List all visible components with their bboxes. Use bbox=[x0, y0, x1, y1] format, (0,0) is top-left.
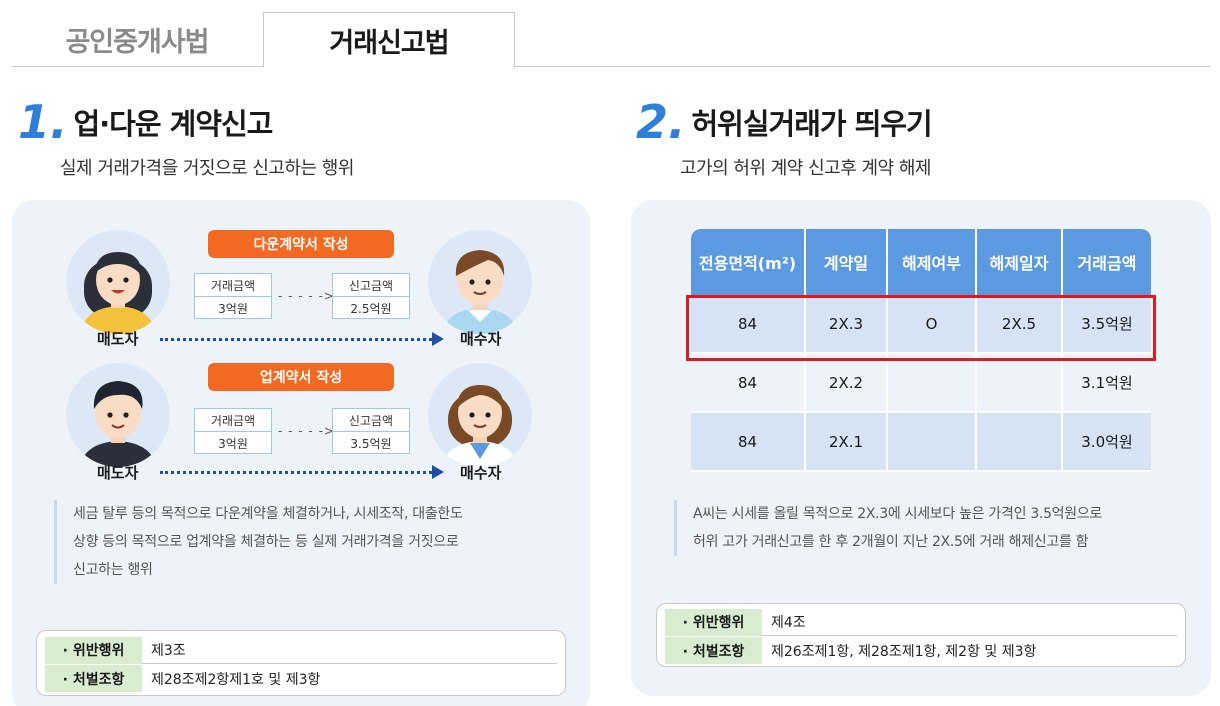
up-seller-label: 매도자 bbox=[97, 464, 139, 482]
section1-description: 세금 탈루 등의 목적으로 다운계약을 체결하거나, 시세조작, 대출한도 상향… bbox=[54, 500, 554, 584]
section1-law-box: · 위반행위 제3조 · 처벌조항 제28조제2항제1호 및 제3항 bbox=[36, 630, 566, 696]
table-cell: 84 bbox=[691, 413, 806, 472]
down-contract-pill: 다운계약서 작성 bbox=[208, 230, 394, 258]
down-report-amount-box: 신고금액 2.5억원 bbox=[332, 273, 410, 319]
down-buyer-label: 매수자 bbox=[460, 330, 502, 348]
section2-description: A씨는 시세를 올릴 목적으로 2X.3에 시세보다 높은 가격인 3.5억원으… bbox=[674, 500, 1184, 556]
up-flow-arrowhead bbox=[432, 465, 444, 479]
down-trade-value: 3억원 bbox=[218, 301, 248, 316]
penalty-key: · 처벌조항 bbox=[45, 665, 142, 692]
violation-value: 제3조 bbox=[151, 643, 186, 659]
table-cell: 2X.2 bbox=[806, 354, 888, 413]
up-report-value: 3.5억원 bbox=[350, 436, 392, 451]
table-row: 84 2X.1 3.0억원 bbox=[691, 413, 1151, 472]
buyer-avatar-male bbox=[428, 230, 532, 334]
section2-description-line: A씨는 시세를 올릴 목적으로 2X.3에 시세보다 높은 가격인 3.5억원으… bbox=[693, 506, 1102, 522]
section2-number: 2. bbox=[636, 95, 686, 149]
section2-violation-row: · 위반행위 제4조 bbox=[665, 608, 1177, 636]
down-report-label: 신고금액 bbox=[333, 274, 409, 297]
table-header: 해제일자 bbox=[977, 229, 1063, 295]
tab-bar: 공인중개사법 거래신고법 bbox=[12, 12, 1210, 68]
penalty-value: 제26조제1항, 제28조제1항, 제2항 및 제3항 bbox=[771, 643, 1037, 660]
table-header: 계약일 bbox=[806, 229, 888, 295]
down-seller-label: 매도자 bbox=[97, 330, 139, 348]
penalty-value: 제28조제2항제1호 및 제3항 bbox=[151, 671, 321, 688]
section1-title: 업·다운 계약신고 bbox=[73, 107, 273, 141]
seller-avatar-female bbox=[66, 230, 170, 334]
up-trade-label: 거래금액 bbox=[195, 409, 271, 432]
seller-avatar-male bbox=[66, 363, 170, 467]
violation-value: 제4조 bbox=[771, 615, 806, 631]
section1-description-line: 세금 탈루 등의 목적으로 다운계약을 체결하거나, 시세조작, 대출한도 bbox=[73, 506, 463, 522]
table-row: 84 2X.2 3.1억원 bbox=[691, 354, 1151, 413]
section1-violation-row: · 위반행위 제3조 bbox=[45, 636, 557, 664]
penalty-key: · 처벌조항 bbox=[665, 637, 762, 664]
section2-title: 허위실거래가 띄우기 bbox=[691, 107, 932, 141]
violation-key: · 위반행위 bbox=[45, 636, 142, 664]
up-dash-arrow: - - - - -> bbox=[278, 424, 335, 438]
up-buyer-label: 매수자 bbox=[460, 464, 502, 482]
down-dash-arrow: - - - - -> bbox=[278, 289, 335, 303]
table-cell: 3.1억원 bbox=[1063, 354, 1151, 413]
up-trade-value: 3억원 bbox=[218, 436, 248, 451]
table-cell bbox=[888, 354, 977, 413]
down-trade-label: 거래금액 bbox=[195, 274, 271, 297]
up-flow-line bbox=[160, 471, 432, 474]
table-cell bbox=[977, 354, 1063, 413]
up-contract-pill: 업계약서 작성 bbox=[208, 363, 394, 391]
section1-penalty-row: · 처벌조항 제28조제2항제1호 및 제3항 bbox=[45, 665, 557, 692]
down-report-value: 2.5억원 bbox=[350, 301, 392, 316]
section1-subtitle: 실제 거래가격을 거짓으로 신고하는 행위 bbox=[60, 158, 354, 179]
table-header: 해제여부 bbox=[888, 229, 977, 295]
buyer-avatar-female bbox=[428, 363, 532, 467]
section1-description-line: 상향 등의 목적으로 업계약을 체결하는 등 실제 거래가격을 거짓으로 bbox=[73, 534, 459, 550]
table-cell bbox=[888, 413, 977, 472]
up-report-amount-box: 신고금액 3.5억원 bbox=[332, 408, 410, 454]
section2-heading: 2. 허위실거래가 띄우기 bbox=[636, 95, 933, 149]
down-trade-amount-box: 거래금액 3억원 bbox=[194, 273, 272, 319]
section1-number: 1. bbox=[18, 95, 68, 149]
table-header: 거래금액 bbox=[1063, 229, 1151, 295]
table-cell: 84 bbox=[691, 354, 806, 413]
highlight-box bbox=[686, 295, 1156, 361]
tab-brokerage-act[interactable]: 공인중개사법 bbox=[12, 12, 262, 67]
table-cell: 2X.1 bbox=[806, 413, 888, 472]
down-flow-arrowhead bbox=[432, 332, 444, 346]
tab-transaction-report-act[interactable]: 거래신고법 bbox=[263, 12, 515, 68]
section2-subtitle: 고가의 허위 계약 신고후 계약 해제 bbox=[680, 158, 931, 179]
section2-law-box: · 위반행위 제4조 · 처벌조항 제26조제1항, 제28조제1항, 제2항 … bbox=[656, 603, 1186, 667]
table-header-row: 전용면적(m²) 계약일 해제여부 해제일자 거래금액 bbox=[691, 229, 1151, 295]
down-flow-line bbox=[160, 338, 432, 341]
section1-description-line: 신고하는 행위 bbox=[73, 562, 153, 578]
section2-description-line: 허위 고가 거래신고를 한 후 2개월이 지난 2X.5에 거래 해제신고를 함 bbox=[693, 534, 1089, 550]
section1-heading: 1. 업·다운 계약신고 bbox=[18, 95, 273, 149]
table-header: 전용면적(m²) bbox=[691, 229, 806, 295]
up-trade-amount-box: 거래금액 3억원 bbox=[194, 408, 272, 454]
table-cell: 3.0억원 bbox=[1063, 413, 1151, 472]
up-report-label: 신고금액 bbox=[333, 409, 409, 432]
table-cell bbox=[977, 413, 1063, 472]
section2-penalty-row: · 처벌조항 제26조제1항, 제28조제1항, 제2항 및 제3항 bbox=[665, 637, 1177, 664]
violation-key: · 위반행위 bbox=[665, 608, 762, 636]
